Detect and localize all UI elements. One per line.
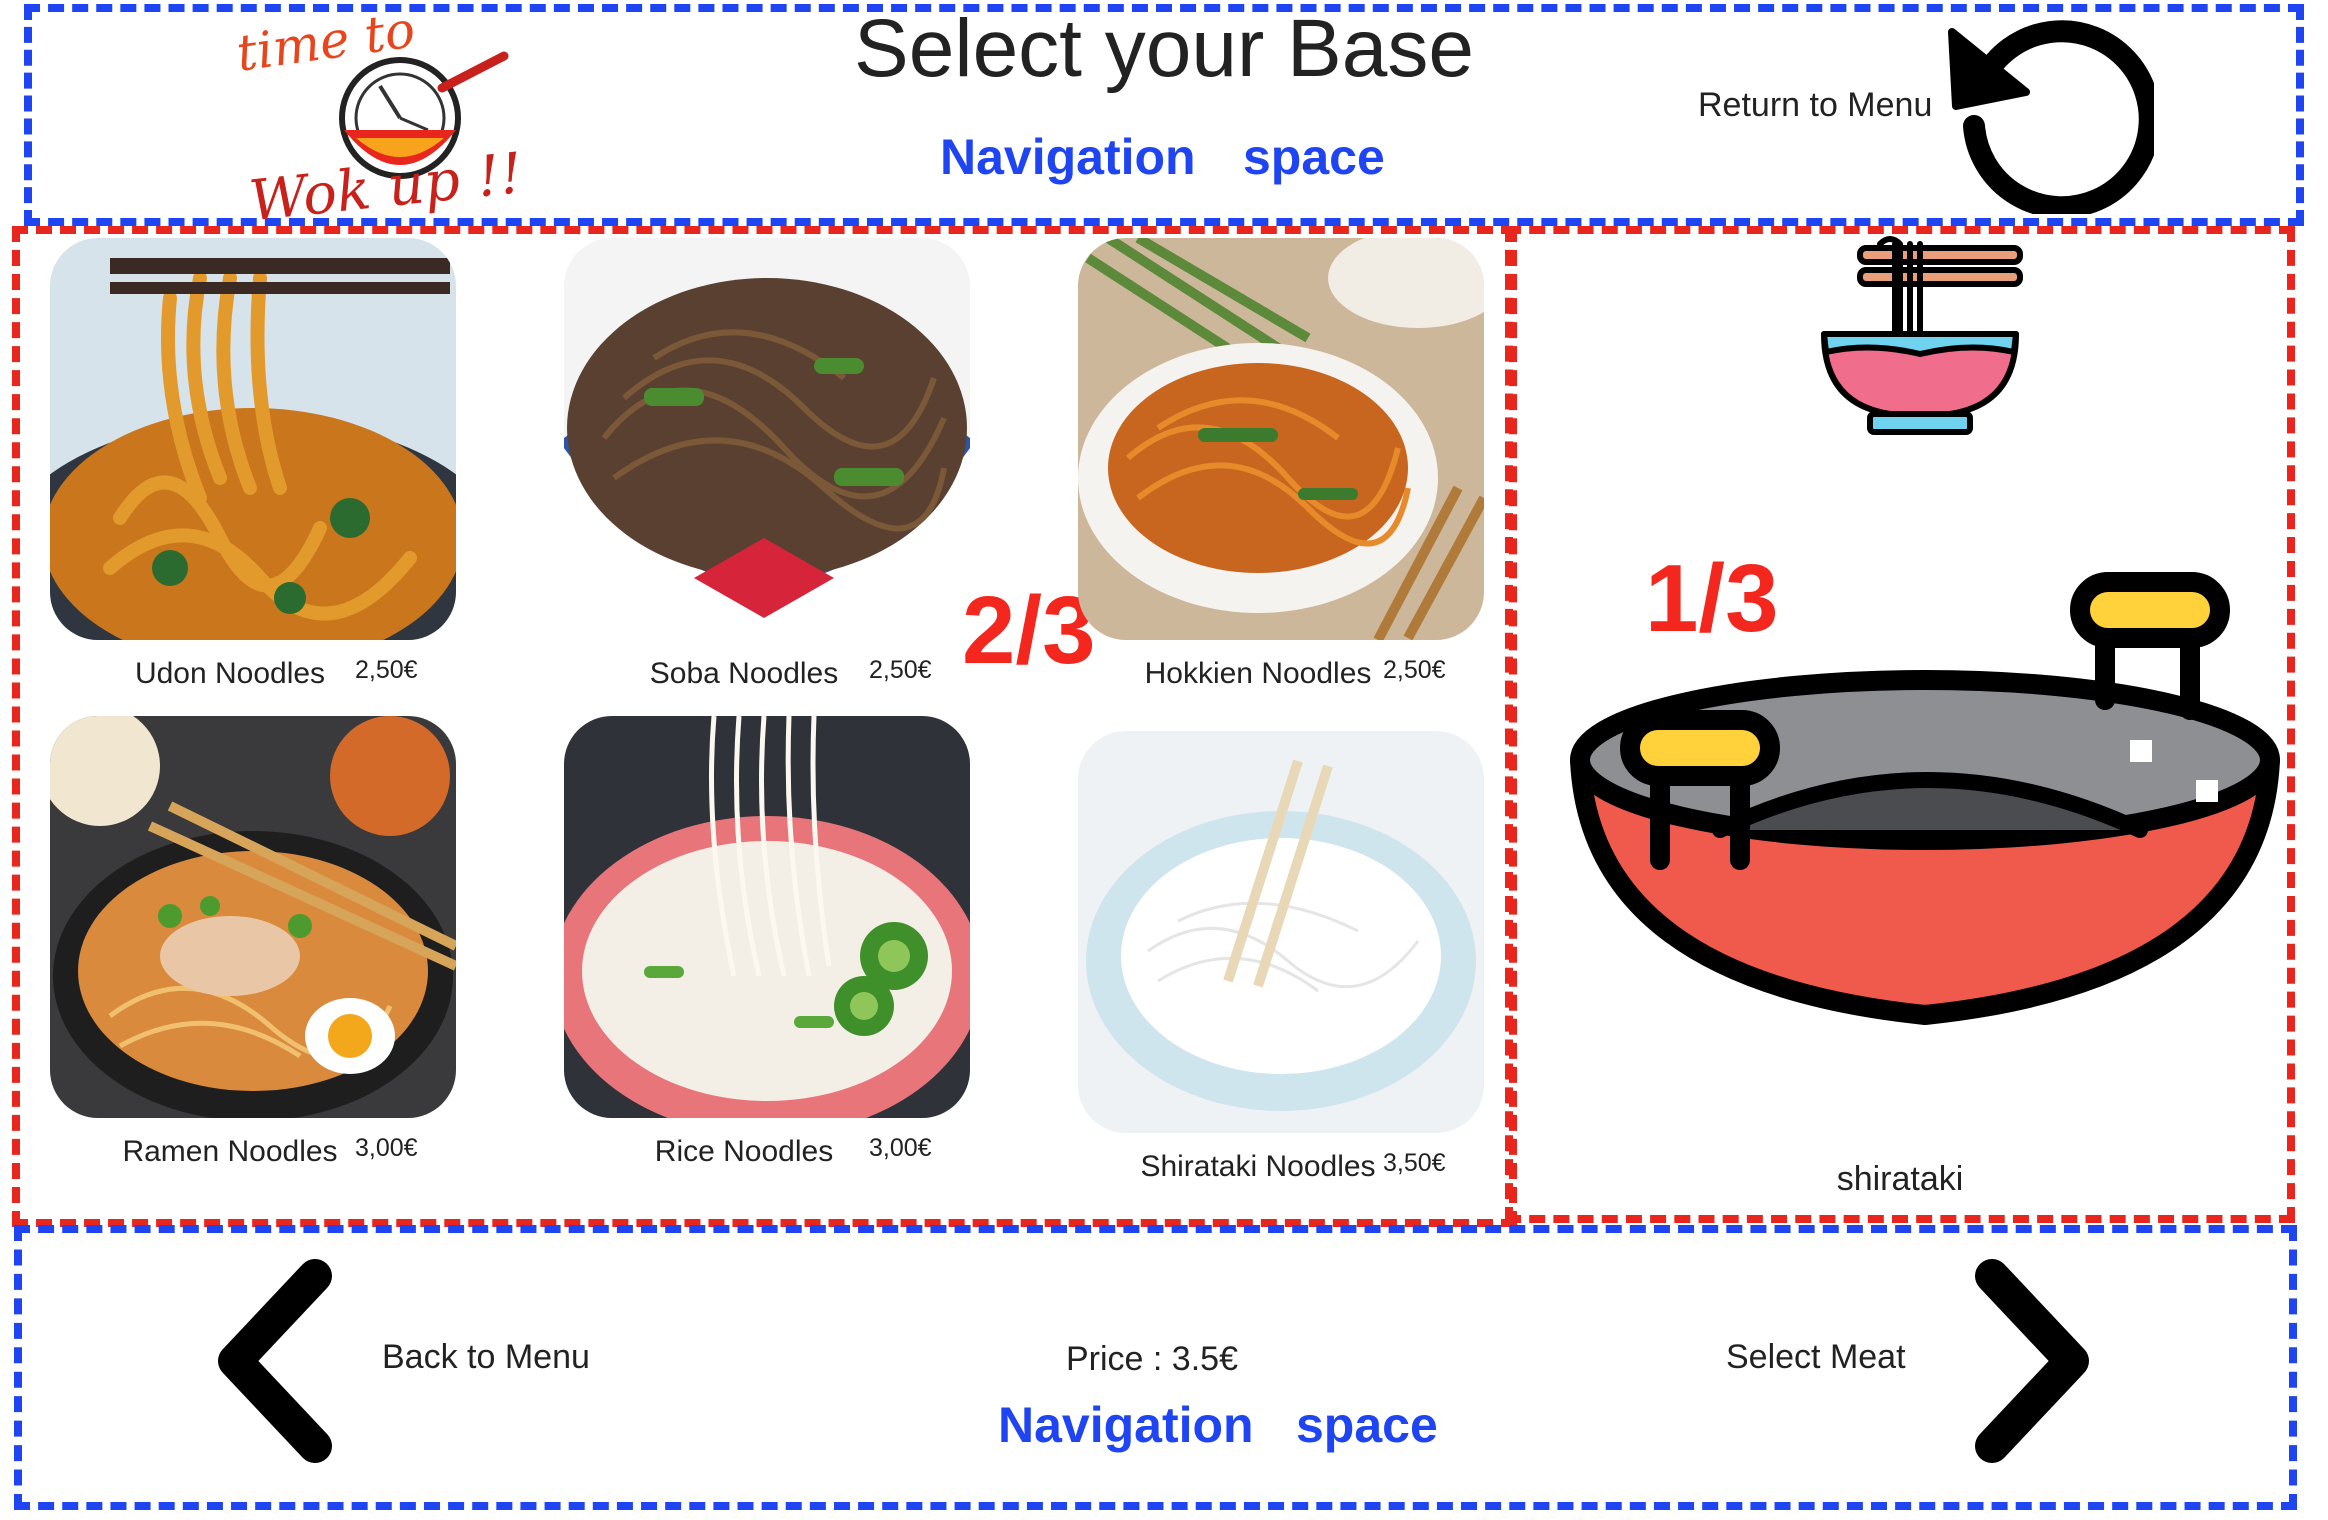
logo-text-bottom: Wok up !!: [246, 141, 520, 232]
price-label: Price : 3.5€: [1066, 1340, 1238, 1378]
udon-noodles-photo[interactable]: [50, 238, 456, 640]
chevron-left-icon[interactable]: [205, 1256, 355, 1466]
item-name: Hokkien Noodles: [1144, 657, 1372, 690]
soba-noodles-photo[interactable]: [564, 238, 970, 640]
select-meat-label[interactable]: Select Meat: [1726, 1338, 1906, 1377]
item-price: 3,50€: [1383, 1149, 1446, 1177]
back-to-menu-label[interactable]: Back to Menu: [382, 1338, 590, 1377]
footer-nav-label: Navigation: [998, 1397, 1254, 1453]
grid-step-label: 2/3: [962, 577, 1096, 684]
item-price: 3,00€: [869, 1134, 932, 1162]
item-price: 3,00€: [355, 1134, 418, 1162]
footer-nav-space-label: space: [1296, 1397, 1438, 1453]
wok-icon: [1560, 560, 2290, 1040]
header-nav-space-label: space: [1243, 129, 1385, 185]
header-nav-label: Navigation: [940, 129, 1196, 185]
card-shirataki-noodles[interactable]: Shirataki Noodles 3,50€: [1078, 731, 1486, 1183]
logo: time to Wok up !!: [230, 0, 525, 234]
undo-arrow-icon[interactable]: [1944, 8, 2161, 219]
chevron-right-icon[interactable]: [1952, 1256, 2102, 1466]
item-price: 2,50€: [355, 656, 418, 684]
ramen-noodles-photo[interactable]: [50, 716, 456, 1118]
noodle-bowl-icon: [1820, 234, 2030, 444]
hokkien-noodles-photo[interactable]: [1078, 238, 1484, 640]
item-name: Shirataki Noodles: [1140, 1150, 1376, 1183]
card-hokkien-noodles[interactable]: Hokkien Noodles 2,50€: [1078, 238, 1486, 690]
return-to-menu-label[interactable]: Return to Menu: [1698, 86, 1932, 125]
card-soba-noodles[interactable]: Soba Noodles 2,50€: [564, 238, 972, 690]
shirataki-noodles-photo[interactable]: [1078, 731, 1484, 1133]
item-price: 2,50€: [869, 656, 932, 684]
item-price: 2,50€: [1383, 656, 1446, 684]
selected-item-name: shirataki: [1836, 1160, 1964, 1198]
card-ramen-noodles[interactable]: Ramen Noodles 3,00€: [50, 716, 458, 1168]
card-rice-noodles[interactable]: Rice Noodles 3,00€: [564, 716, 972, 1168]
rice-noodles-photo[interactable]: [564, 716, 970, 1118]
card-udon-noodles[interactable]: Udon Noodles 2,50€: [50, 238, 458, 690]
